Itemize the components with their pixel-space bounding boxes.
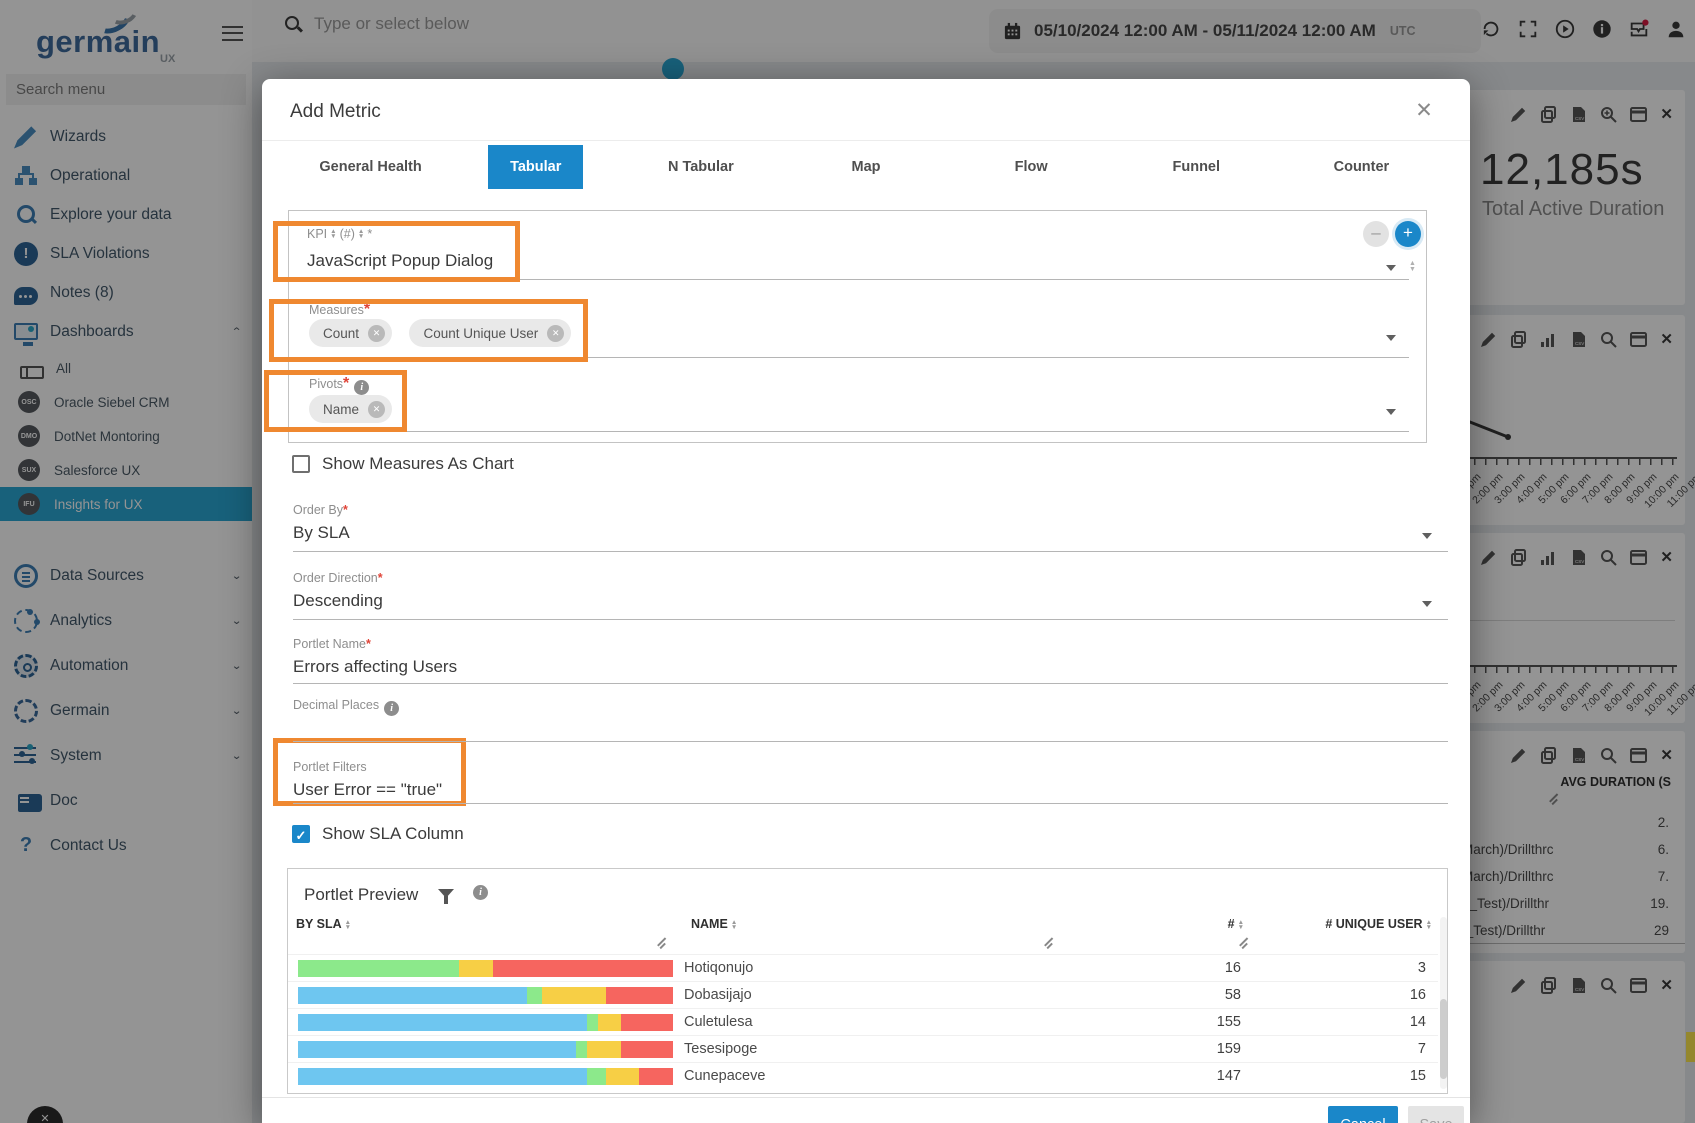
column-resize-handle[interactable] xyxy=(1043,941,1053,951)
close-icon[interactable]: ✕ xyxy=(1408,95,1440,127)
tab-general-health[interactable]: General Health xyxy=(288,141,453,192)
add-metric-modal: Add Metric ✕ General Health Tabular N Ta… xyxy=(262,79,1470,1123)
modal-footer: Cancel Save xyxy=(262,1097,1470,1123)
chip-count: Count✕ xyxy=(309,319,392,347)
sla-bar xyxy=(298,1014,673,1031)
table-row: Tesesipoge 159 7 xyxy=(288,1035,1438,1062)
tab-tabular[interactable]: Tabular xyxy=(453,141,618,192)
tab-flow[interactable]: Flow xyxy=(949,141,1114,192)
table-row: Cunepaceve 147 15 xyxy=(288,1062,1438,1089)
info-icon[interactable]: i xyxy=(354,380,369,395)
order-direction-select[interactable]: Order Direction* Descending xyxy=(293,571,1448,620)
remove-chip-icon[interactable]: ✕ xyxy=(368,325,385,342)
portlet-name-input[interactable]: Portlet Name* Errors affecting Users xyxy=(293,637,1448,684)
filter-icon[interactable] xyxy=(438,889,454,898)
stepper-icon[interactable]: ▲▼ xyxy=(1409,261,1416,273)
column-resize-handle[interactable] xyxy=(1238,941,1248,951)
decimal-places-input[interactable]: Decimal Placesi xyxy=(293,698,1448,742)
show-measures-as-chart-checkbox[interactable]: Show Measures As Chart xyxy=(292,454,514,474)
kpi-label-row: KPI▲▼(#)▲▼* xyxy=(307,225,372,243)
kpi-select-value[interactable]: JavaScript Popup Dialog xyxy=(307,251,493,271)
tab-funnel[interactable]: Funnel xyxy=(1114,141,1279,192)
sla-bar xyxy=(298,1041,673,1058)
remove-chip-icon[interactable]: ✕ xyxy=(547,325,564,342)
dropdown-caret-icon[interactable] xyxy=(1386,335,1396,341)
scrollbar-thumb[interactable] xyxy=(1440,999,1447,1079)
column-header-name[interactable]: NAME▲▼ xyxy=(691,917,740,931)
dropdown-caret-icon[interactable] xyxy=(1386,265,1396,271)
kpi-suffix: (#) xyxy=(340,227,355,241)
pivots-chips: Name✕ xyxy=(309,395,405,423)
chip-count-unique-user: Count Unique User✕ xyxy=(409,319,571,347)
portlet-filters-input[interactable]: Portlet Filters User Error == "true" xyxy=(293,760,1448,804)
tab-counter[interactable]: Counter xyxy=(1279,141,1444,192)
column-resize-handle[interactable] xyxy=(656,941,666,951)
metric-type-tabs: General Health Tabular N Tabular Map Flo… xyxy=(262,140,1470,192)
sla-bar xyxy=(298,1068,673,1085)
sla-bar xyxy=(298,987,673,1004)
order-by-select[interactable]: Order By* By SLA xyxy=(293,503,1448,552)
portlet-preview-title: Portlet Preview xyxy=(304,885,418,905)
pivots-label: Pivots*i xyxy=(309,375,369,395)
app-root: germain UX Wizards Operational Explore y… xyxy=(0,0,1695,1123)
field-underline xyxy=(305,357,1409,358)
kpi-group: – + KPI▲▼(#)▲▼* JavaScript Popup Dialog … xyxy=(288,210,1427,443)
modal-title: Add Metric xyxy=(290,101,381,123)
measures-label: Measures* xyxy=(309,301,370,319)
column-header-by-sla[interactable]: BY SLA▲▼ xyxy=(296,917,354,931)
show-sla-column-checkbox[interactable]: ✓ Show SLA Column xyxy=(292,824,464,844)
scrollbar[interactable] xyxy=(1440,917,1447,1089)
dropdown-caret-icon[interactable] xyxy=(1386,409,1396,415)
kpi-required: * xyxy=(367,227,372,241)
table-row: Hotiqonujo 16 3 xyxy=(288,954,1438,981)
kpi-label: KPI xyxy=(307,227,327,241)
table-row: Culetulesa 155 14 xyxy=(288,1008,1438,1035)
info-icon[interactable]: i xyxy=(473,885,488,900)
sort-icon[interactable]: ▲▼ xyxy=(358,229,364,239)
tab-map[interactable]: Map xyxy=(783,141,948,192)
field-underline xyxy=(305,431,1409,432)
measures-chips: Count✕ Count Unique User✕ xyxy=(309,319,584,347)
remove-kpi-button[interactable]: – xyxy=(1363,221,1389,247)
portlet-preview: Portlet Preview i BY SLA▲▼ NAME▲▼ #▲▼ # … xyxy=(287,868,1448,1094)
chip-name: Name✕ xyxy=(309,395,392,423)
sort-icon[interactable]: ▲▼ xyxy=(330,229,336,239)
checkbox-icon[interactable] xyxy=(292,455,310,473)
remove-chip-icon[interactable]: ✕ xyxy=(368,401,385,418)
dropdown-caret-icon[interactable] xyxy=(1422,533,1432,539)
info-icon[interactable]: i xyxy=(384,701,399,716)
save-button[interactable]: Save xyxy=(1408,1106,1464,1123)
tab-n-tabular[interactable]: N Tabular xyxy=(618,141,783,192)
dropdown-caret-icon[interactable] xyxy=(1422,601,1432,607)
field-underline xyxy=(305,279,1409,280)
add-kpi-button[interactable]: + xyxy=(1395,221,1421,247)
column-header-count[interactable]: #▲▼ xyxy=(1228,917,1247,931)
column-header-unique-user[interactable]: # UNIQUE USER▲▼ xyxy=(1325,917,1435,931)
table-row: Dobasijajo 58 16 xyxy=(288,981,1438,1008)
checkbox-checked-icon[interactable]: ✓ xyxy=(292,825,310,843)
sla-bar xyxy=(298,960,673,977)
cancel-button[interactable]: Cancel xyxy=(1328,1106,1398,1123)
